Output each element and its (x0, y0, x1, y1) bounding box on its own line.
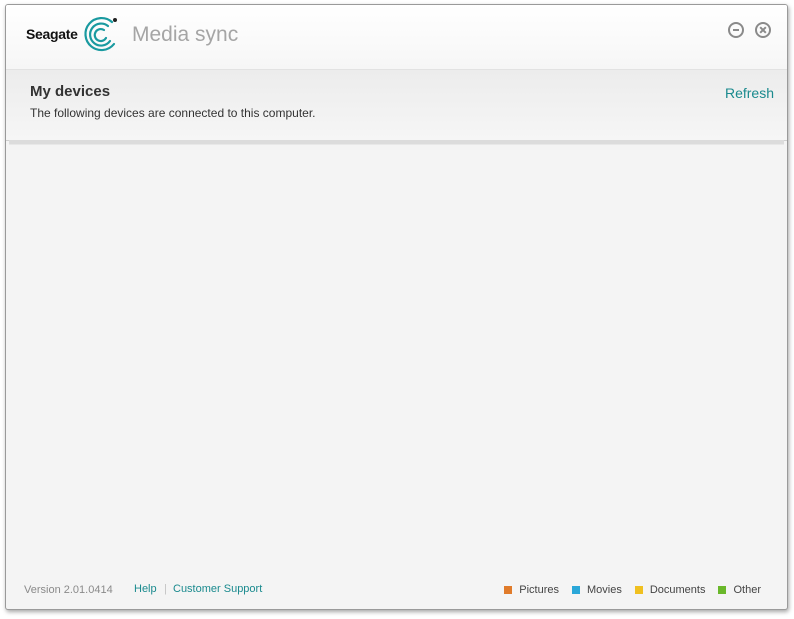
brand-name: Seagate (26, 26, 78, 42)
movies-swatch (572, 586, 580, 594)
legend-item-other: Other (718, 584, 761, 596)
documents-swatch (634, 586, 643, 594)
title-bar: Seagate Media sync (6, 5, 787, 69)
seagate-logo: Seagate (26, 14, 120, 54)
other-swatch (718, 586, 727, 594)
help-link[interactable]: Help (134, 583, 157, 595)
legend-label: Pictures (519, 584, 559, 596)
app-title: Media sync (132, 23, 239, 46)
legend-item-documents: Documents (634, 584, 706, 596)
version-label: Version 2.01.0414 (24, 584, 113, 596)
close-icon[interactable] (755, 22, 771, 38)
media-legend: Pictures Movies Documents Other (491, 584, 761, 596)
refresh-link[interactable]: Refresh (725, 85, 774, 101)
seagate-logo-icon (83, 17, 117, 52)
legend-label: Documents (649, 584, 706, 596)
page-title: My devices (30, 83, 111, 100)
pictures-swatch (504, 586, 513, 594)
link-separator: | (164, 583, 167, 595)
legend-label: Other (733, 584, 761, 596)
legend-item-pictures: Pictures (504, 584, 559, 596)
legend-item-movies: Movies (572, 584, 622, 596)
devices-header: My devices The following devices are con… (6, 69, 787, 141)
devices-list-area (6, 145, 787, 569)
footer: Version 2.01.0414 Help | Customer Suppor… (6, 569, 787, 609)
minimize-icon[interactable] (728, 22, 744, 38)
app-window: Seagate Media sync My devices The follow… (5, 4, 788, 610)
legend-label: Movies (587, 584, 622, 596)
customer-support-link[interactable]: Customer Support (173, 583, 262, 595)
page-subtitle: The following devices are connected to t… (30, 106, 316, 120)
